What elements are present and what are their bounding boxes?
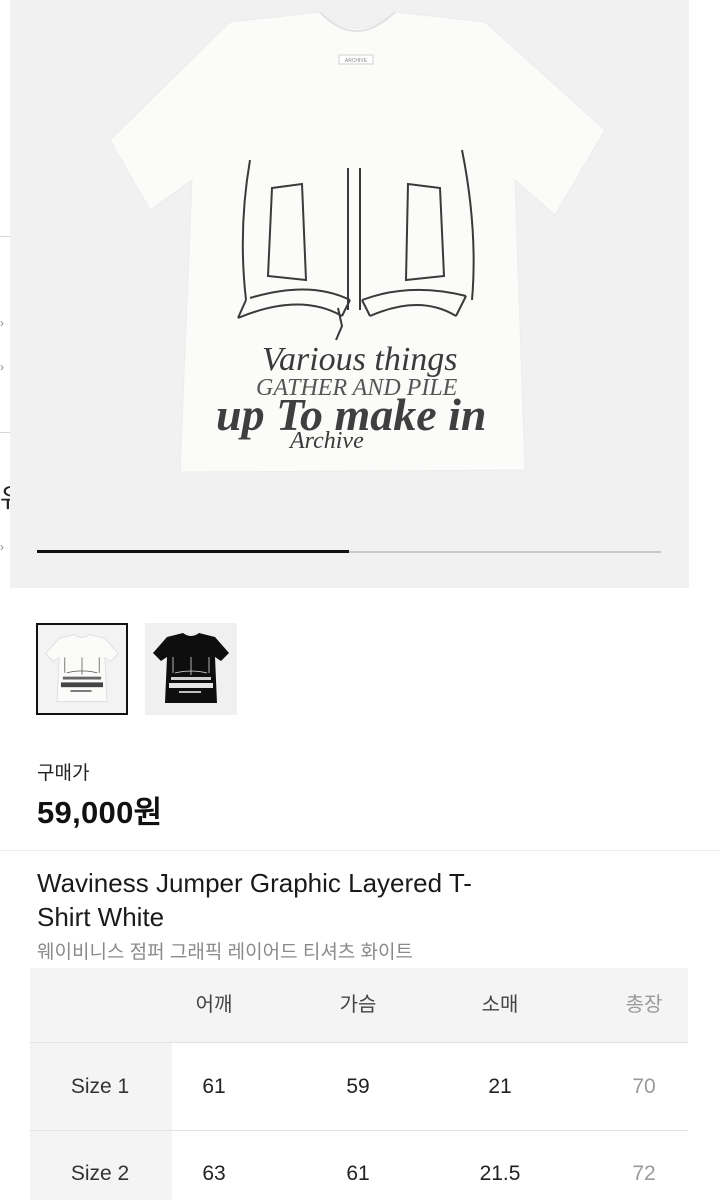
thumbnail-black-image <box>145 623 237 715</box>
product-image-main: ARCHIVE Various things GATHER AND PILE u… <box>109 11 606 473</box>
cell-size2-sleeve: 21.5 <box>479 1162 521 1185</box>
thumbnail-white[interactable] <box>36 623 128 715</box>
thumbnail-white-image <box>38 625 126 713</box>
edge-divider <box>0 236 10 237</box>
gallery-progress-fill <box>37 550 349 553</box>
product-title-ko: 웨이비니스 점퍼 그래픽 레이어드 티셔츠 화이트 <box>37 942 413 963</box>
product-image-gallery[interactable]: ARCHIVE Various things GATHER AND PILE u… <box>10 0 689 588</box>
cell-size2-length: 72 <box>632 1162 656 1185</box>
product-title-en-line1: Waviness Jumper Graphic Layered T- <box>37 868 472 898</box>
row-label-size2: Size 2 <box>70 1162 130 1185</box>
edge-text-fragment: 유 <box>0 478 10 515</box>
thumbnail-black[interactable] <box>145 623 237 715</box>
row-label-size1: Size 1 <box>70 1075 130 1098</box>
chevron-right-icon: › <box>0 360 4 374</box>
cell-size1-shoulder: 61 <box>202 1075 226 1098</box>
print-text-line4: Archive <box>288 428 364 454</box>
section-divider <box>0 850 720 851</box>
col-header-chest: 가슴 <box>339 994 377 1016</box>
cell-size1-chest: 59 <box>346 1075 370 1098</box>
col-header-length: 총장 <box>625 994 663 1016</box>
col-header-sleeve: 소매 <box>481 994 519 1016</box>
size-table: 어깨 가슴 소매 총장 Size 1 61 59 21 70 Size 2 63… <box>30 968 688 1200</box>
product-title-en-line2: Shirt White <box>37 902 165 932</box>
cell-size1-sleeve: 21 <box>488 1075 512 1098</box>
cell-size2-shoulder: 63 <box>202 1162 226 1185</box>
col-header-shoulder: 어깨 <box>195 994 233 1016</box>
left-edge-fragment: › › 유 › <box>0 0 10 588</box>
product-title-en: Waviness Jumper Graphic Layered T- Shirt… <box>37 866 577 934</box>
chevron-right-icon: › <box>0 316 4 330</box>
cell-size2-chest: 61 <box>346 1162 370 1185</box>
gallery-progress-track <box>37 550 661 553</box>
price-value: 59,000원 <box>37 795 163 830</box>
cell-size1-length: 70 <box>632 1075 656 1098</box>
chevron-right-icon: › <box>0 540 4 554</box>
neck-label-text: ARCHIVE <box>345 58 368 64</box>
print-text-line1: Various things <box>262 341 458 378</box>
price-label: 구매가 <box>37 763 90 784</box>
edge-divider <box>0 432 10 433</box>
